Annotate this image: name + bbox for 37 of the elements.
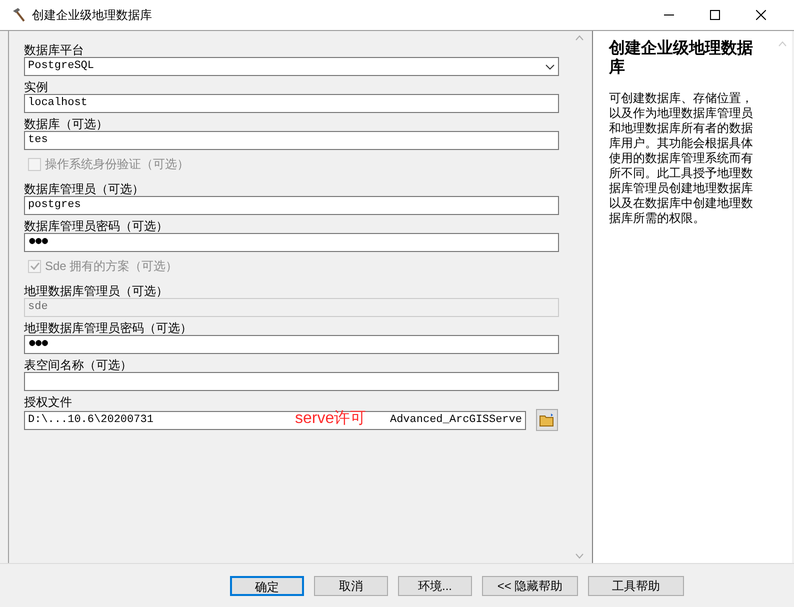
field-label: 授权文件 xyxy=(24,395,73,409)
browse-button[interactable] xyxy=(536,409,558,431)
field-label: 地理数据库管理员（可选） xyxy=(24,284,169,298)
maximize-icon xyxy=(710,10,720,20)
dialog-button[interactable]: 取消 xyxy=(314,576,388,596)
scroll-down-icon xyxy=(575,553,584,559)
help-title: 创建企业级地理数据库 xyxy=(609,39,754,77)
input-field[interactable]: D:\...10.6\20200731 serve许可 Advanced_ArcGISServe xyxy=(24,410,526,430)
platform-dropdown[interactable]: PostgreSQL xyxy=(24,57,559,76)
checkbox-label: Sde 拥有的方案（可选） xyxy=(45,258,178,275)
close-icon xyxy=(756,10,766,20)
checkbox-label: 操作系统身份验证（可选） xyxy=(45,156,189,173)
dialog-button[interactable]: 工具帮助 xyxy=(588,576,684,596)
scroll-up-icon xyxy=(778,41,787,47)
password-field[interactable]: ●●● xyxy=(24,335,559,354)
help-text: 可创建数据库、存储位置，以及作为地理数据库管理员和地理数据库所有者的数据库用户。其功能会根据具体使用的数据库管理系统而有所不同。此工具授予地理数据库管理员创建地理数据库以及在数据库中创建地理数据库所需的权限。 xyxy=(609,91,754,226)
check-icon xyxy=(30,261,40,271)
field-label: 地理数据库管理员密码（可选） xyxy=(24,321,193,335)
field-label: 数据库管理员密码（可选） xyxy=(24,219,169,233)
annotation: serve许可 xyxy=(295,408,366,428)
input-field[interactable]: postgres xyxy=(24,196,559,215)
dialog-button[interactable]: 确定 xyxy=(230,576,304,596)
folder-icon xyxy=(539,413,555,427)
chevron-down-icon xyxy=(545,64,555,70)
field-label: 数据库管理员（可选） xyxy=(24,182,145,196)
field-label: 数据库（可选） xyxy=(24,117,109,131)
field-label: 数据库平台 xyxy=(24,43,85,57)
field-label: 实例 xyxy=(24,80,49,94)
scroll-up-icon xyxy=(575,35,584,41)
window-title: 创建企业级地理数据库 xyxy=(32,7,153,24)
dialog-button[interactable]: << 隐藏帮助 xyxy=(482,576,578,596)
input-field[interactable]: localhost xyxy=(24,94,559,113)
dialog-button[interactable]: 环境... xyxy=(398,576,472,596)
password-field[interactable]: ●●● xyxy=(24,233,559,252)
field-label: 表空间名称（可选） xyxy=(24,358,133,372)
input-field[interactable]: tes xyxy=(24,131,559,150)
input-field[interactable] xyxy=(24,372,559,391)
